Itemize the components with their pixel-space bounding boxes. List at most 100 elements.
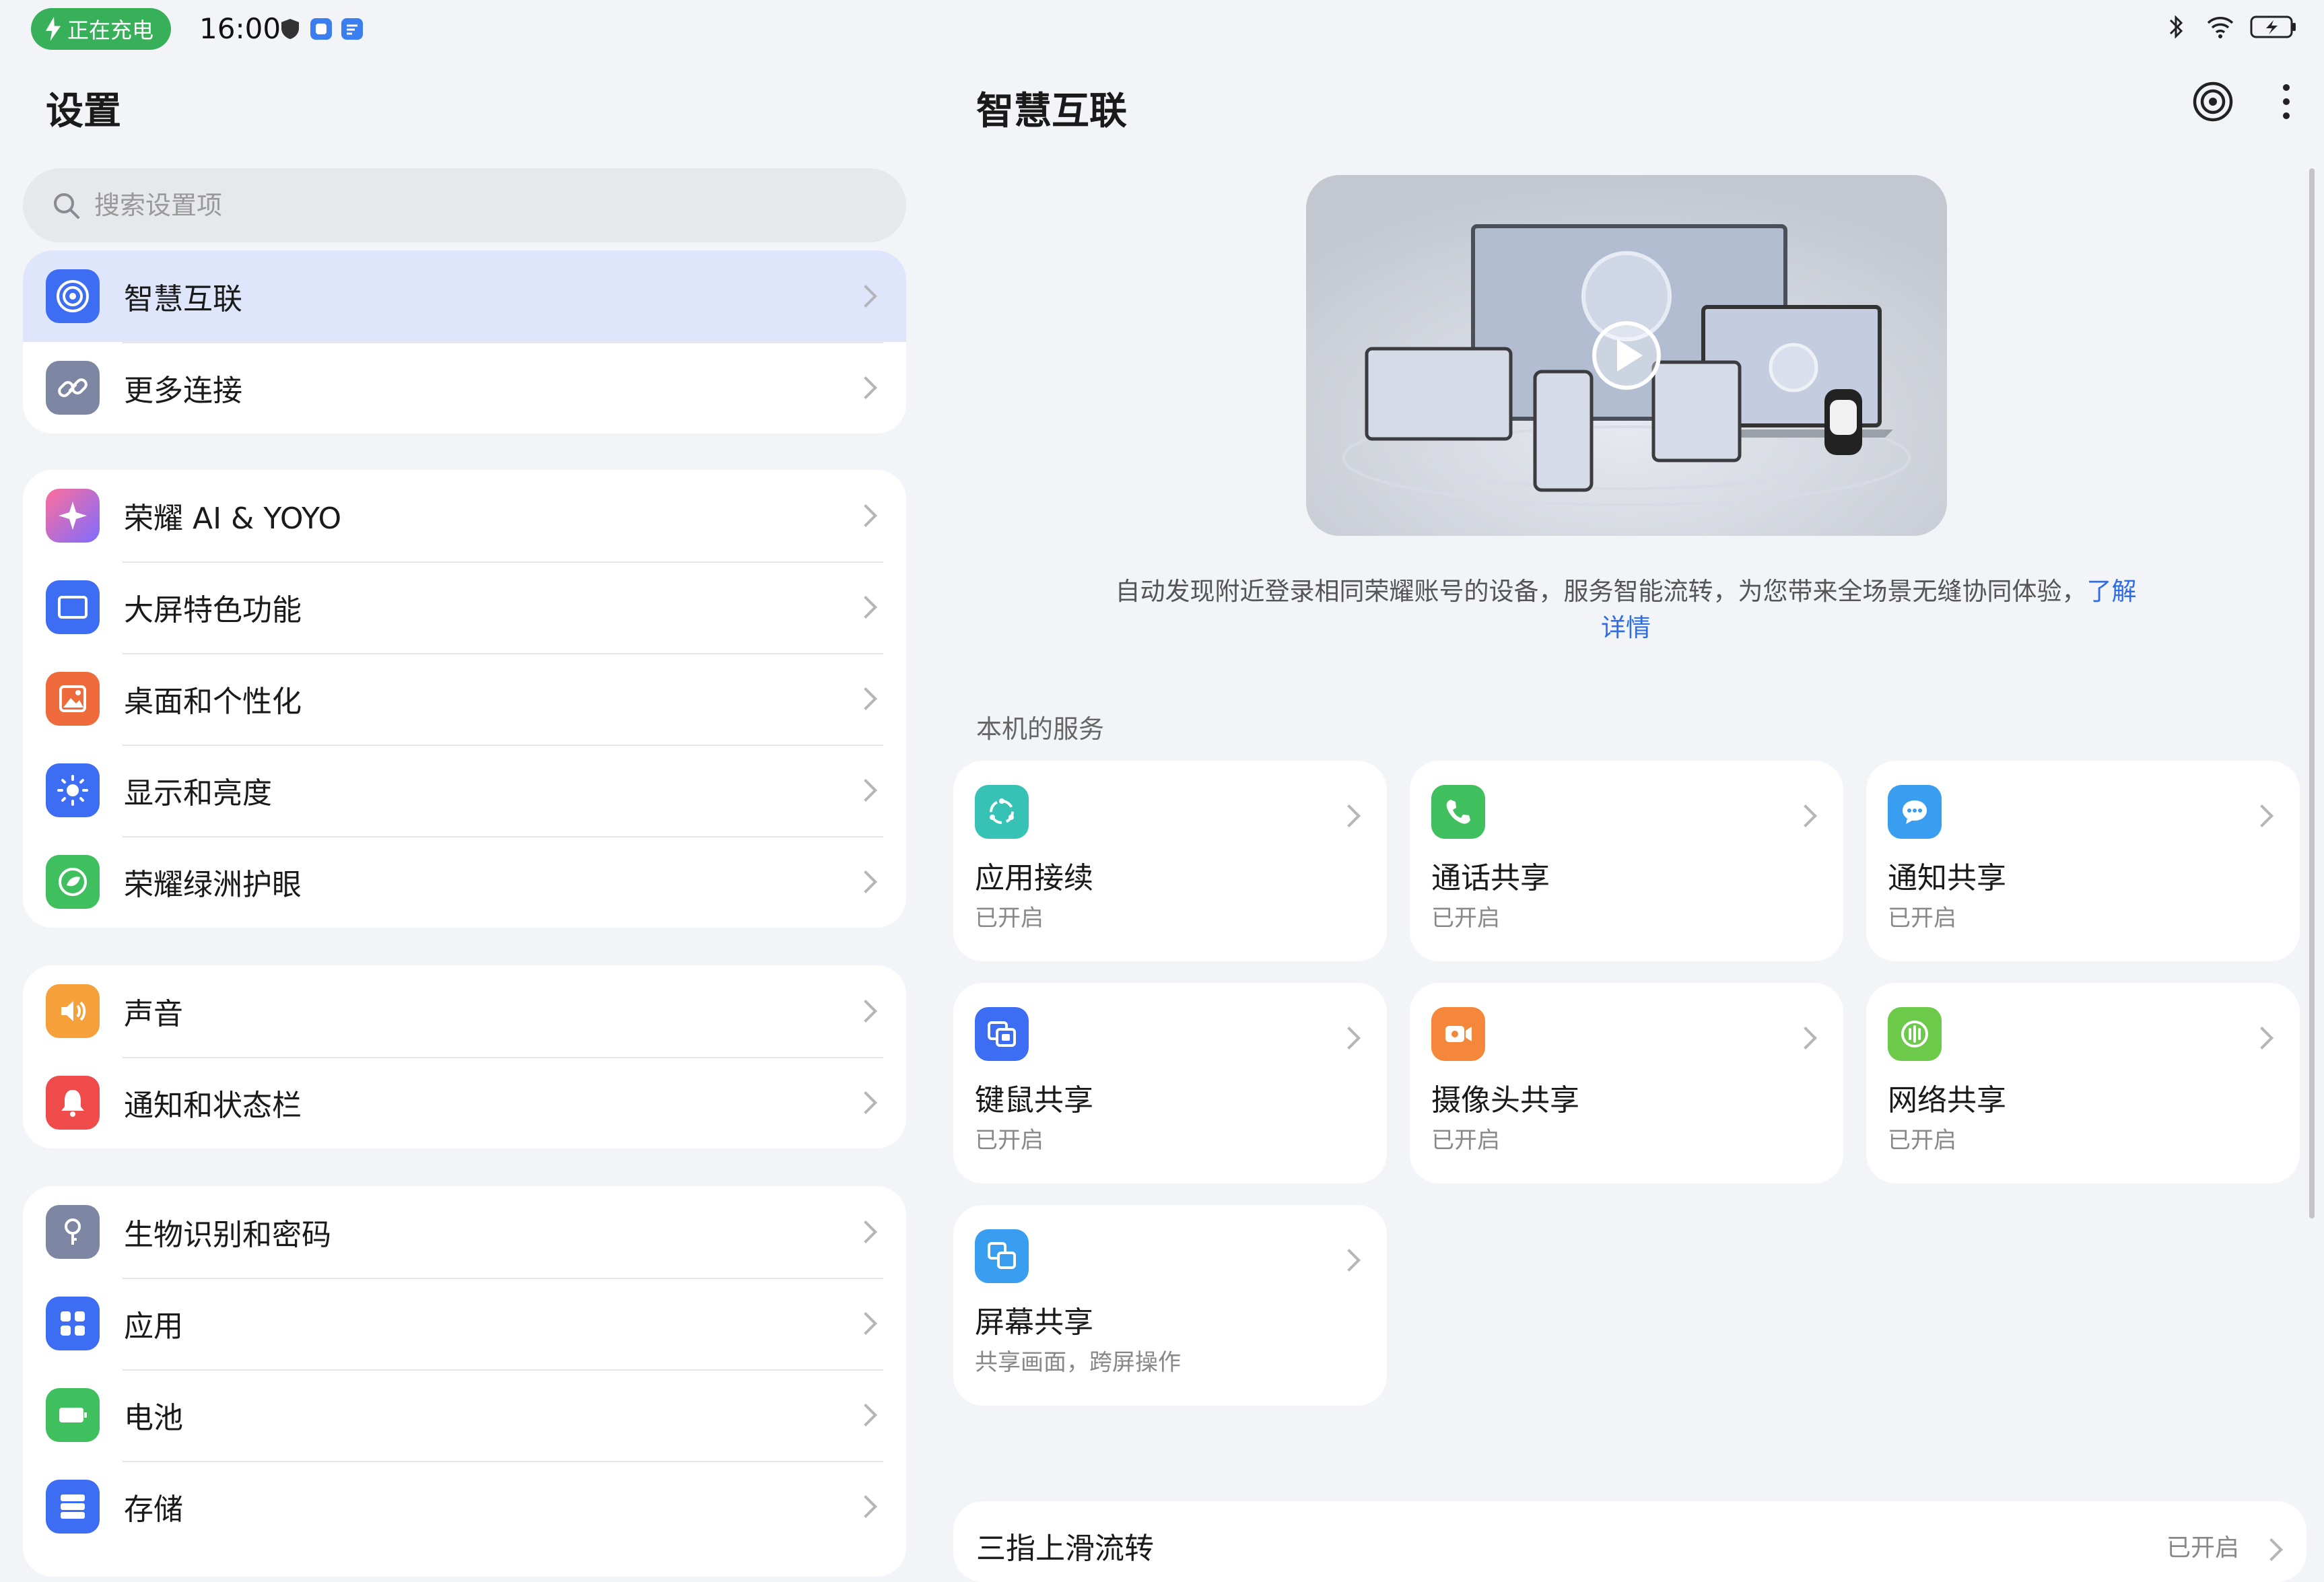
chevron-right-icon: [854, 1312, 877, 1335]
settings-item-battery[interactable]: 电池: [23, 1369, 906, 1461]
settings-item-label: 桌面和个性化: [124, 685, 302, 719]
chevron-right-icon: [854, 504, 877, 527]
settings-title: 设置: [46, 90, 121, 133]
settings-item-label: 应用: [124, 1309, 183, 1344]
card-title: 通知共享: [1888, 861, 2006, 895]
screen-share-icon: [975, 1229, 1029, 1283]
card-title: 网络共享: [1888, 1083, 2006, 1117]
search-bar[interactable]: [23, 168, 906, 242]
card-title: 键鼠共享: [975, 1083, 1093, 1117]
storage-icon: [46, 1480, 100, 1534]
settings-group-connect: 智慧互联 更多连接: [23, 250, 906, 434]
chevron-right-icon: [854, 1404, 877, 1426]
settings-item-biometrics[interactable]: 生物识别和密码: [23, 1186, 906, 1278]
keyboard-mouse-icon: [975, 1007, 1029, 1061]
settings-item-storage[interactable]: 存储: [23, 1461, 906, 1552]
chevron-right-icon: [854, 1220, 877, 1243]
card-status: 已开启: [1431, 1127, 1500, 1154]
chevron-right-icon: [1338, 1027, 1361, 1050]
card-title: 屏幕共享: [975, 1305, 1093, 1340]
app-relay-icon: [975, 785, 1029, 839]
search-icon: [54, 193, 79, 219]
card-title: 通话共享: [1431, 861, 1550, 895]
card-status: 已开启: [975, 905, 1044, 932]
more-options-icon[interactable]: [2280, 79, 2293, 124]
chevron-right-icon: [1338, 804, 1361, 827]
service-card-camera-share[interactable]: 摄像头共享 已开启: [1410, 983, 1843, 1183]
card-status: 已开启: [1431, 905, 1500, 932]
devices-illustration: [1306, 175, 1947, 536]
camera-icon: [1431, 1007, 1485, 1061]
speaker-icon: [46, 984, 100, 1038]
service-card-network-share[interactable]: 网络共享 已开启: [1866, 983, 2300, 1183]
settings-item-label: 更多连接: [124, 374, 242, 408]
settings-item-label: 显示和亮度: [124, 776, 272, 811]
settings-item-sound[interactable]: 声音: [23, 965, 906, 1057]
charging-indicator: 正在充电: [31, 8, 172, 50]
wallpaper-icon: [46, 672, 100, 726]
settings-group-display: 荣耀 AI & YOYO 大屏特色功能 桌面和个性化 显示和亮度 荣耀绿洲护眼: [23, 470, 906, 928]
brightness-icon: [46, 763, 100, 817]
bottom-item-title: 三指上滑流转: [976, 1532, 1154, 1566]
settings-item-three-finger-swipe[interactable]: 三指上滑流转 已开启: [953, 1501, 2306, 1582]
settings-item-ai-yoyo[interactable]: 荣耀 AI & YOYO: [23, 470, 906, 561]
settings-item-label: 荣耀 AI & YOYO: [124, 502, 342, 536]
eye-care-icon: [46, 855, 100, 909]
apps-grid-icon: [46, 1297, 100, 1350]
chevron-right-icon: [1794, 804, 1817, 827]
app-notification-icon: [310, 18, 332, 40]
chevron-right-icon: [854, 779, 877, 802]
settings-item-label: 电池: [124, 1401, 183, 1435]
message-bubble-icon: [1888, 785, 1942, 839]
card-title: 应用接续: [975, 861, 1093, 895]
battery-icon: [46, 1388, 100, 1442]
settings-group-system: 生物识别和密码 应用 电池 存储: [23, 1186, 906, 1577]
device-radar-icon[interactable]: [2191, 79, 2235, 124]
settings-item-label: 存储: [124, 1492, 183, 1527]
chevron-right-icon: [854, 1495, 877, 1518]
settings-item-more-connections[interactable]: 更多连接: [23, 342, 906, 434]
card-title: 摄像头共享: [1431, 1083, 1579, 1117]
settings-item-label: 智慧互联: [124, 282, 242, 316]
chevron-right-icon: [854, 285, 877, 308]
chevron-right-icon: [854, 1000, 877, 1023]
link-icon: [46, 361, 100, 415]
chevron-right-icon: [1794, 1027, 1817, 1050]
wifi-icon: [2207, 17, 2234, 38]
chevron-right-icon: [854, 376, 877, 399]
large-screen-icon: [46, 580, 100, 634]
intro-video[interactable]: [1306, 175, 1947, 536]
service-card-keyboard-mouse[interactable]: 键鼠共享 已开启: [953, 983, 1387, 1183]
settings-item-smart-connect[interactable]: 智慧互联: [23, 250, 906, 342]
settings-item-label: 声音: [124, 997, 183, 1031]
service-card-screen-share[interactable]: 屏幕共享 共享画面，跨屏操作: [953, 1205, 1387, 1406]
status-time: 16:00: [199, 12, 281, 45]
network-share-icon: [1888, 1007, 1942, 1061]
feature-description: 自动发现附近登录相同荣耀账号的设备，服务智能流转，为您带来全场景无缝协同体验，了…: [1104, 574, 2148, 646]
bluetooth-icon: [2169, 15, 2183, 39]
chevron-right-icon: [854, 687, 877, 710]
service-card-call-share[interactable]: 通话共享 已开启: [1410, 761, 1843, 961]
settings-item-apps[interactable]: 应用: [23, 1278, 906, 1369]
chevron-right-icon: [1338, 1249, 1361, 1272]
bottom-item-status: 已开启: [2166, 1534, 2239, 1562]
settings-item-display[interactable]: 显示和亮度: [23, 745, 906, 836]
chevron-right-icon: [2251, 1027, 2274, 1050]
service-card-notification-share[interactable]: 通知共享 已开启: [1866, 761, 2300, 961]
key-icon: [46, 1205, 100, 1259]
card-status: 共享画面，跨屏操作: [975, 1349, 1181, 1376]
settings-item-desktop[interactable]: 桌面和个性化: [23, 653, 906, 745]
settings-item-label: 大屏特色功能: [124, 593, 302, 627]
settings-item-label: 通知和状态栏: [124, 1089, 302, 1123]
settings-item-notifications[interactable]: 通知和状态栏: [23, 1057, 906, 1148]
chevron-right-icon: [2260, 1538, 2283, 1561]
scrollbar[interactable]: [2309, 168, 2315, 1218]
settings-item-eye-care[interactable]: 荣耀绿洲护眼: [23, 836, 906, 928]
page-title: 智慧互联: [976, 90, 1127, 133]
search-input[interactable]: [93, 190, 836, 221]
section-label-local-services: 本机的服务: [976, 714, 1105, 744]
service-card-app-relay[interactable]: 应用接续 已开启: [953, 761, 1387, 961]
settings-item-large-screen[interactable]: 大屏特色功能: [23, 561, 906, 653]
chevron-right-icon: [854, 1091, 877, 1114]
settings-item-label: 荣耀绿洲护眼: [124, 868, 302, 902]
